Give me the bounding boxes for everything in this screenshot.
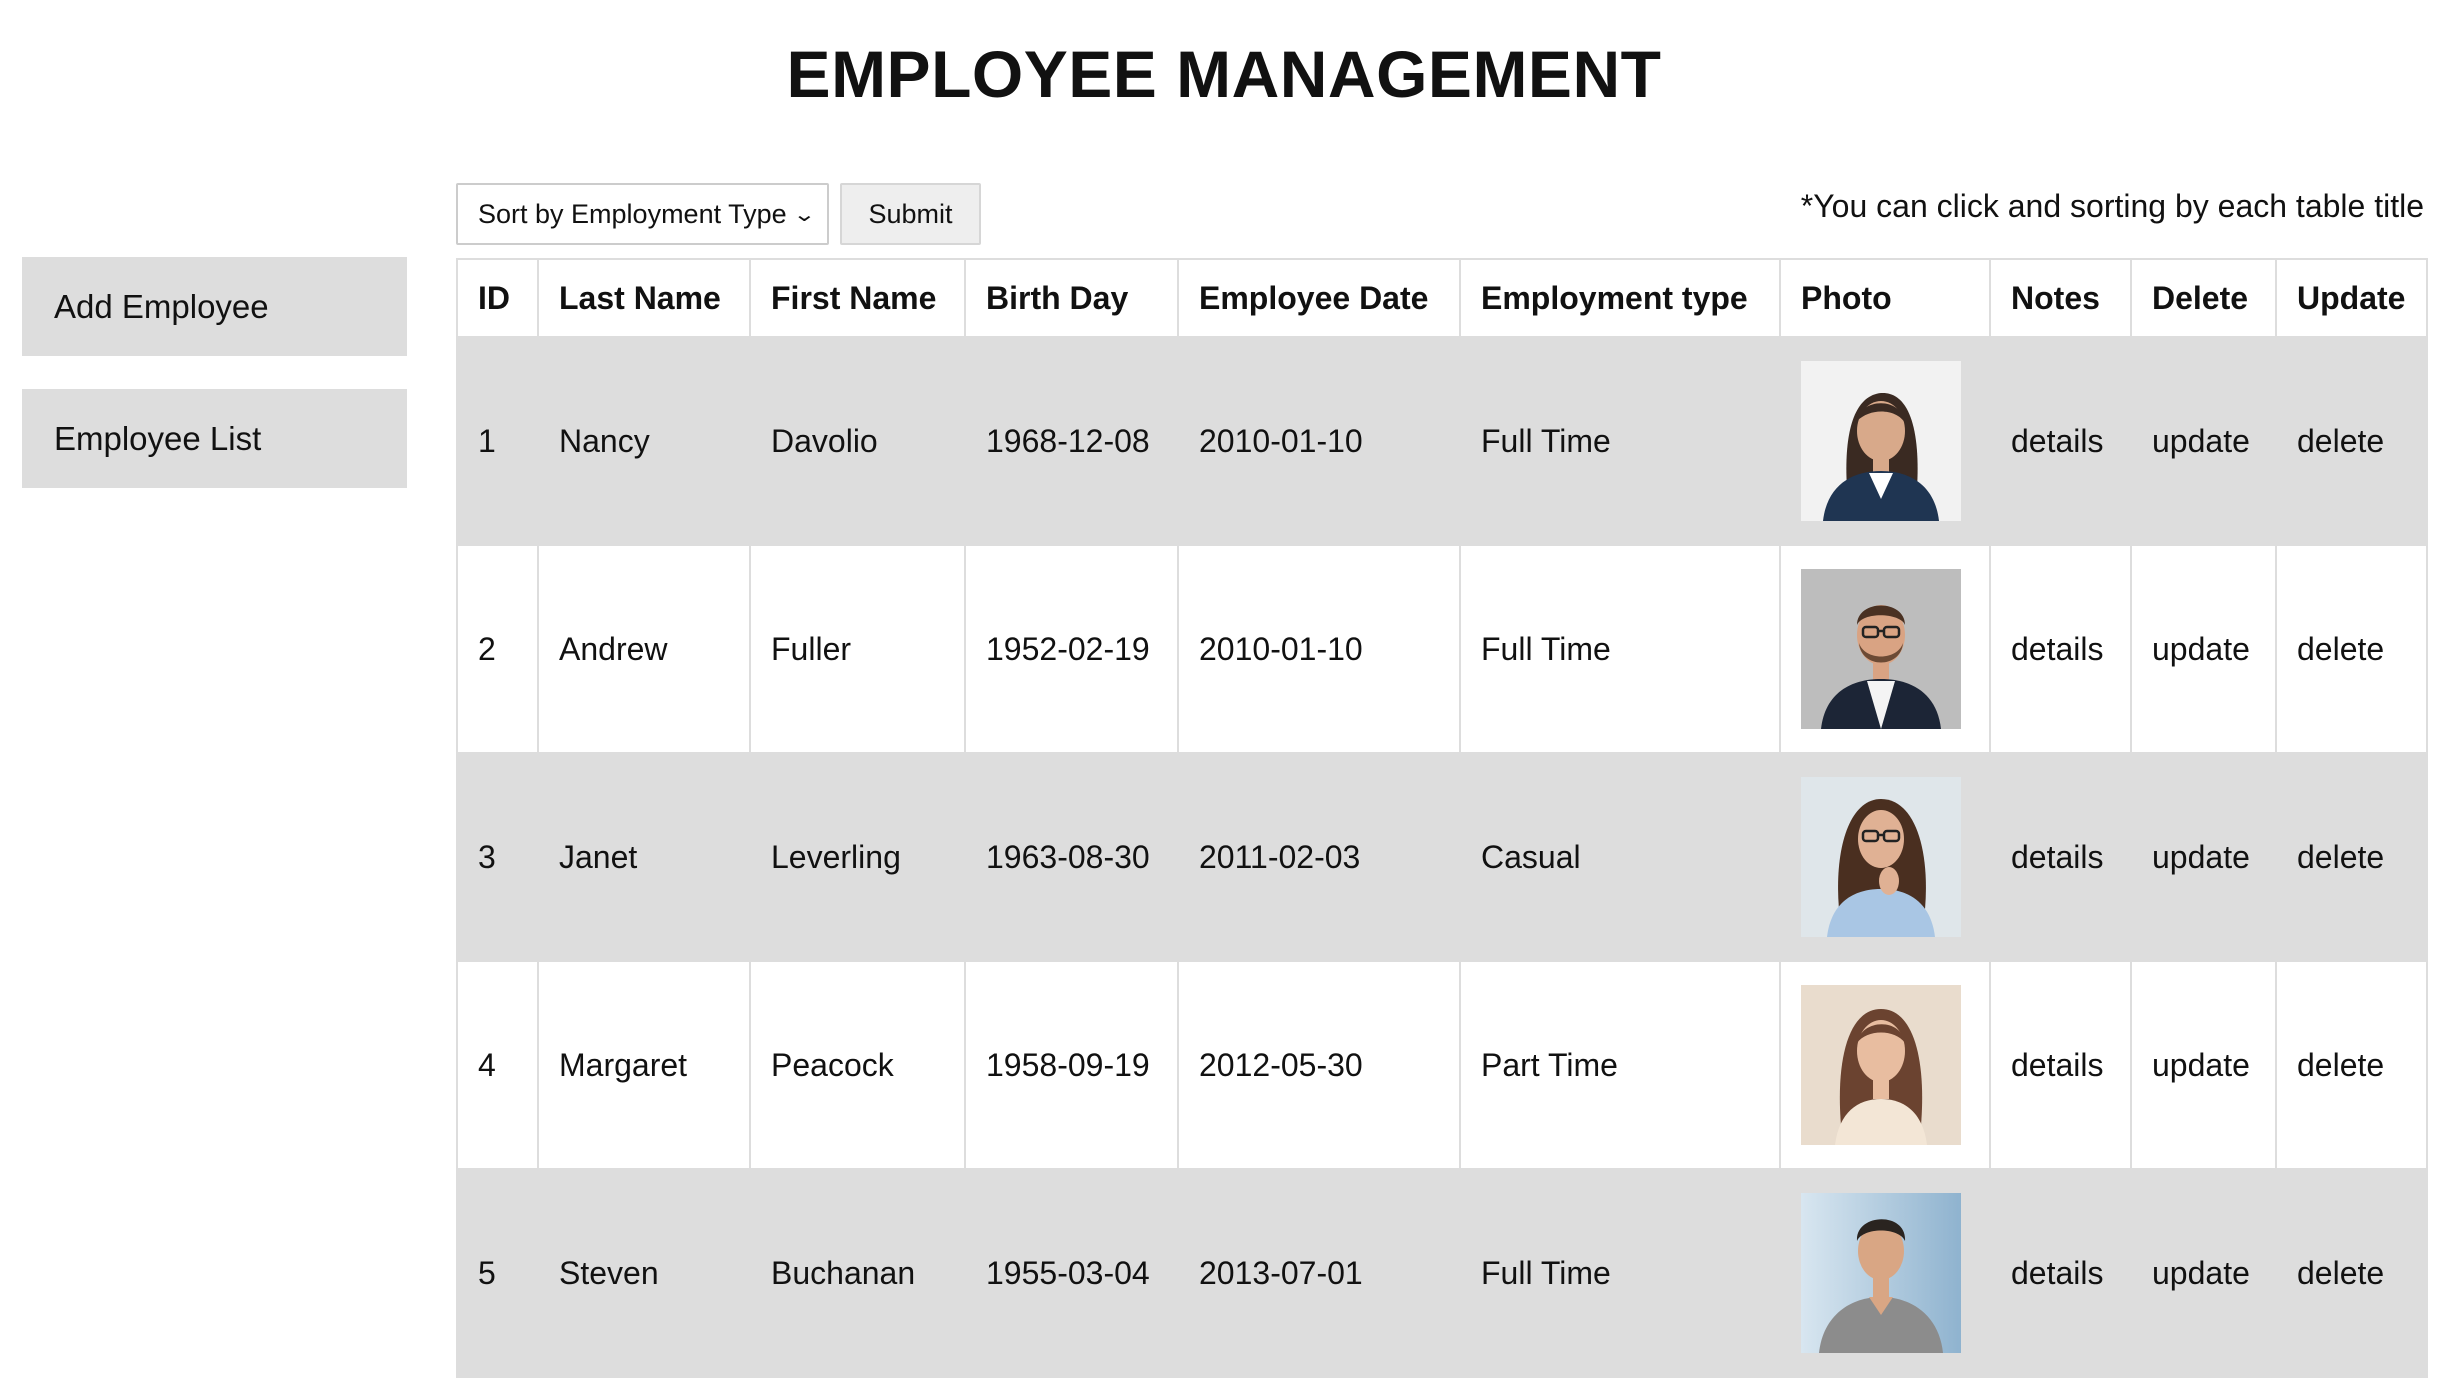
employee-photo <box>1801 1193 1961 1353</box>
add-employee-button[interactable]: Add Employee <box>22 257 407 356</box>
cell-birth-day: 1952-02-19 <box>964 544 1179 754</box>
table-row: 4 Margaret Peacock 1958-09-19 2012-05-30… <box>456 960 2428 1170</box>
submit-button[interactable]: Submit <box>840 183 981 245</box>
cell-last-name: Steven <box>537 1168 751 1378</box>
delete-link[interactable]: delete <box>2275 752 2428 962</box>
chevron-down-icon: ⌄ <box>792 203 817 226</box>
column-header-birth-day[interactable]: Birth Day <box>964 258 1179 338</box>
delete-link[interactable]: delete <box>2275 336 2428 546</box>
employee-photo <box>1801 569 1961 729</box>
cell-id: 4 <box>456 960 539 1170</box>
sidebar: Add Employee Employee List <box>22 257 407 521</box>
cell-employee-date: 2010-01-10 <box>1177 336 1461 546</box>
cell-first-name: Buchanan <box>749 1168 966 1378</box>
cell-photo <box>1779 960 1991 1170</box>
update-link[interactable]: update <box>2130 336 2277 546</box>
cell-employment-type: Casual <box>1459 752 1781 962</box>
column-header-notes[interactable]: Notes <box>1989 258 2132 338</box>
cell-employment-type: Full Time <box>1459 336 1781 546</box>
cell-photo <box>1779 752 1991 962</box>
column-header-last-name[interactable]: Last Name <box>537 258 751 338</box>
employee-table: ID Last Name First Name Birth Day Employ… <box>456 258 2428 1378</box>
cell-last-name: Margaret <box>537 960 751 1170</box>
delete-link[interactable]: delete <box>2275 544 2428 754</box>
update-link[interactable]: update <box>2130 752 2277 962</box>
details-link[interactable]: details <box>1989 960 2132 1170</box>
employee-photo <box>1801 985 1961 1145</box>
cell-first-name: Davolio <box>749 336 966 546</box>
column-header-employee-date[interactable]: Employee Date <box>1177 258 1461 338</box>
cell-employee-date: 2012-05-30 <box>1177 960 1461 1170</box>
cell-id: 3 <box>456 752 539 962</box>
employee-list-button[interactable]: Employee List <box>22 389 407 488</box>
employee-table-wrap: ID Last Name First Name Birth Day Employ… <box>456 258 2428 1378</box>
cell-last-name: Andrew <box>537 544 751 754</box>
update-link[interactable]: update <box>2130 1168 2277 1378</box>
details-link[interactable]: details <box>1989 336 2132 546</box>
cell-birth-day: 1968-12-08 <box>964 336 1179 546</box>
column-header-delete[interactable]: Delete <box>2130 258 2277 338</box>
column-header-id[interactable]: ID <box>456 258 539 338</box>
details-link[interactable]: details <box>1989 1168 2132 1378</box>
details-link[interactable]: details <box>1989 752 2132 962</box>
sort-controls: Sort by Employment Type ⌄ Submit <box>456 183 981 245</box>
column-header-first-name[interactable]: First Name <box>749 258 966 338</box>
cell-first-name: Peacock <box>749 960 966 1170</box>
sort-select[interactable]: Sort by Employment Type ⌄ <box>456 183 829 245</box>
cell-first-name: Fuller <box>749 544 966 754</box>
cell-employment-type: Part Time <box>1459 960 1781 1170</box>
employee-photo <box>1801 777 1961 937</box>
cell-birth-day: 1958-09-19 <box>964 960 1179 1170</box>
cell-id: 1 <box>456 336 539 546</box>
details-link[interactable]: details <box>1989 544 2132 754</box>
cell-birth-day: 1955-03-04 <box>964 1168 1179 1378</box>
table-row: 5 Steven Buchanan 1955-03-04 2013-07-01 … <box>456 1168 2428 1378</box>
column-header-photo[interactable]: Photo <box>1779 258 1991 338</box>
delete-link[interactable]: delete <box>2275 960 2428 1170</box>
table-row: 2 Andrew Fuller 1952-02-19 2010-01-10 Fu… <box>456 544 2428 754</box>
table-row: 1 Nancy Davolio 1968-12-08 2010-01-10 Fu… <box>456 336 2428 546</box>
delete-link[interactable]: delete <box>2275 1168 2428 1378</box>
page-title: EMPLOYEE MANAGEMENT <box>786 37 1662 111</box>
cell-id: 2 <box>456 544 539 754</box>
cell-employee-date: 2010-01-10 <box>1177 544 1461 754</box>
cell-photo <box>1779 1168 1991 1378</box>
table-row: 3 Janet Leverling 1963-08-30 2011-02-03 … <box>456 752 2428 962</box>
cell-first-name: Leverling <box>749 752 966 962</box>
sorting-hint: *You can click and sorting by each table… <box>1800 188 2424 224</box>
update-link[interactable]: update <box>2130 960 2277 1170</box>
table-header-row: ID Last Name First Name Birth Day Employ… <box>456 258 2428 338</box>
cell-employment-type: Full Time <box>1459 1168 1781 1378</box>
cell-employee-date: 2011-02-03 <box>1177 752 1461 962</box>
column-header-employment-type[interactable]: Employment type <box>1459 258 1781 338</box>
cell-last-name: Janet <box>537 752 751 962</box>
column-header-update[interactable]: Update <box>2275 258 2428 338</box>
employee-photo <box>1801 361 1961 521</box>
cell-employee-date: 2013-07-01 <box>1177 1168 1461 1378</box>
cell-employment-type: Full Time <box>1459 544 1781 754</box>
cell-photo <box>1779 336 1991 546</box>
cell-id: 5 <box>456 1168 539 1378</box>
cell-photo <box>1779 544 1991 754</box>
cell-last-name: Nancy <box>537 336 751 546</box>
sort-select-value: Sort by Employment Type <box>478 198 787 229</box>
cell-birth-day: 1963-08-30 <box>964 752 1179 962</box>
update-link[interactable]: update <box>2130 544 2277 754</box>
